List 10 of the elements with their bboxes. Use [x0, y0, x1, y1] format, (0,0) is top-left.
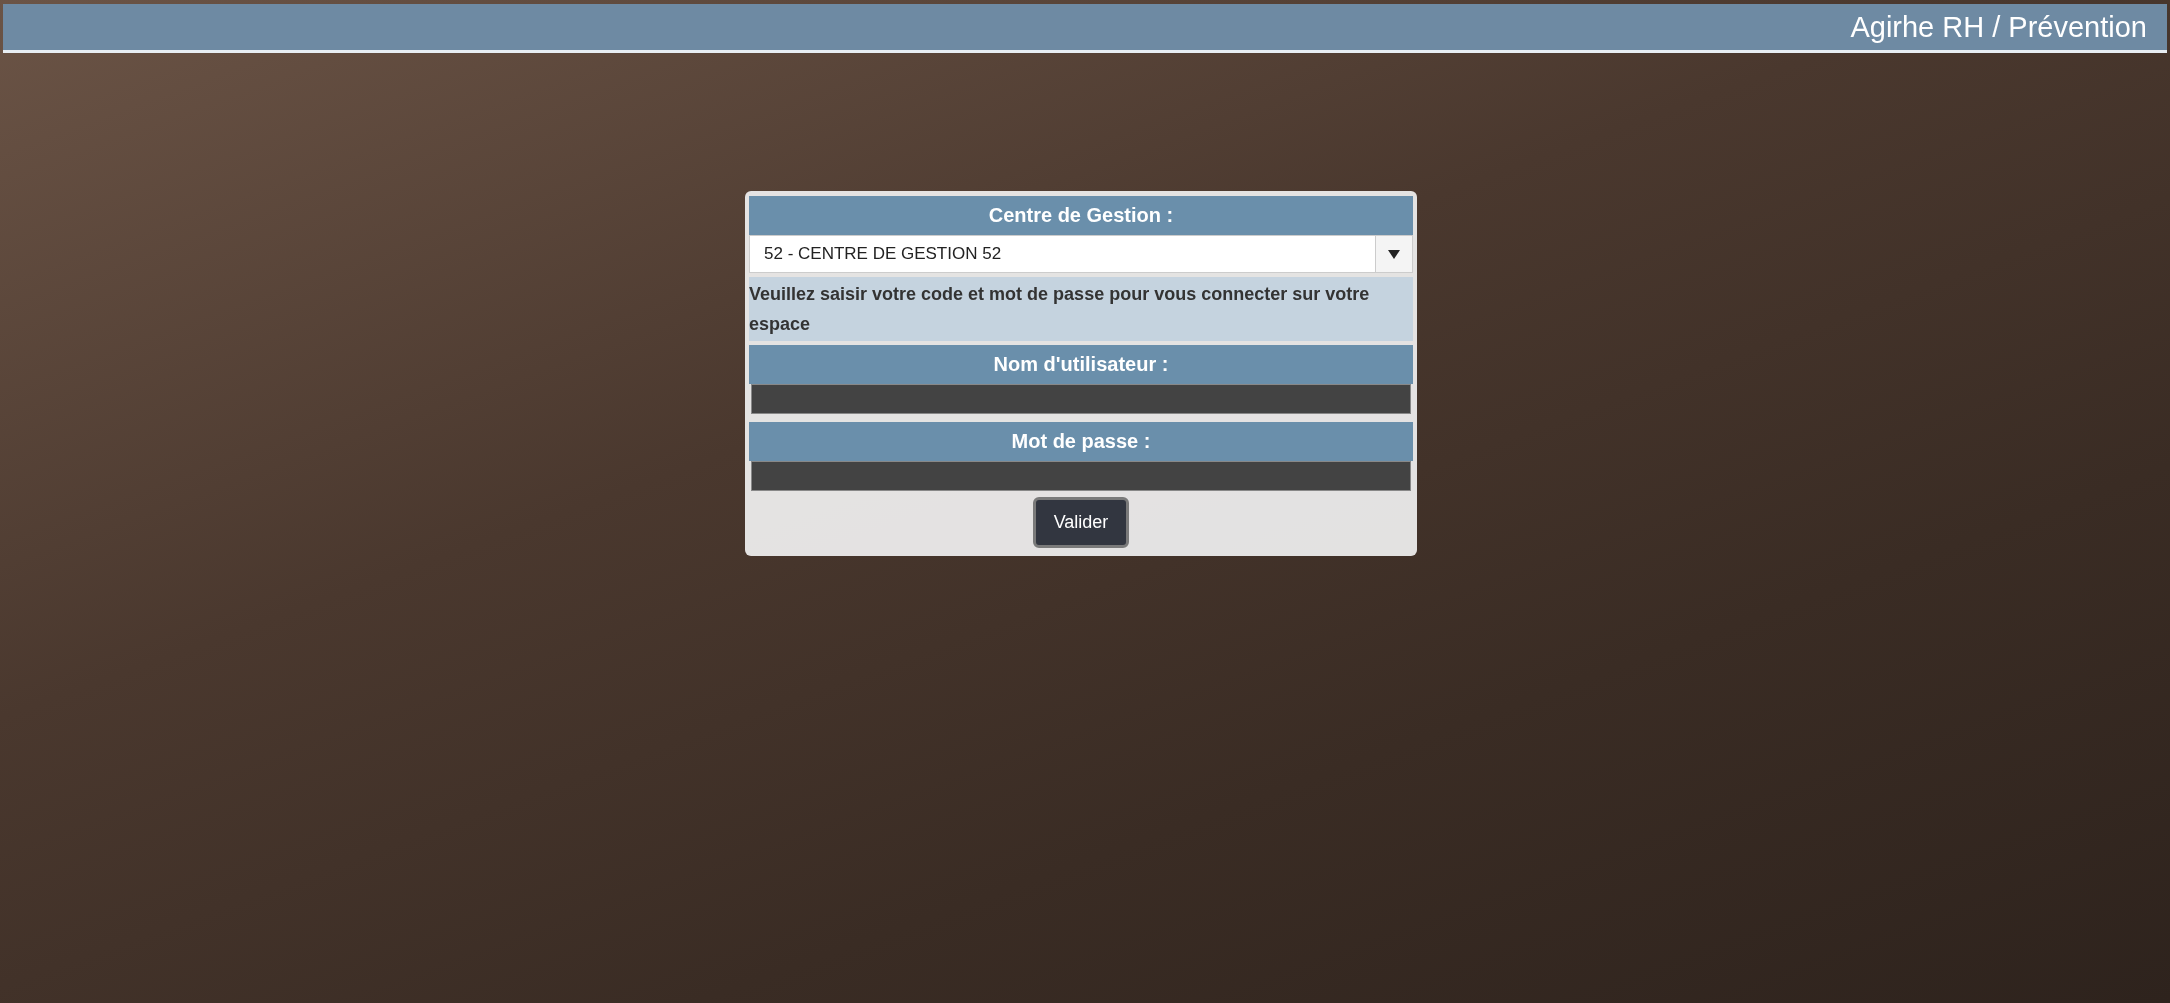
app-title: Agirhe RH / Prévention: [1850, 10, 2147, 44]
password-field[interactable]: [751, 461, 1411, 491]
field-label: Nom d'utilisateur :: [749, 345, 1413, 384]
centre-select[interactable]: 52 - CENTRE DE GESTION 52: [749, 235, 1413, 273]
instruction-text: Veuillez saisir votre code et mot de passe pour vous connecter sur votre espace: [749, 277, 1413, 341]
field-label: Centre de Gestion :: [749, 196, 1413, 235]
submit-button[interactable]: Valider: [1032, 497, 1130, 548]
username-field[interactable]: [751, 384, 1411, 414]
field-label: Mot de passe :: [749, 422, 1413, 461]
caret-icon: [1388, 249, 1400, 259]
